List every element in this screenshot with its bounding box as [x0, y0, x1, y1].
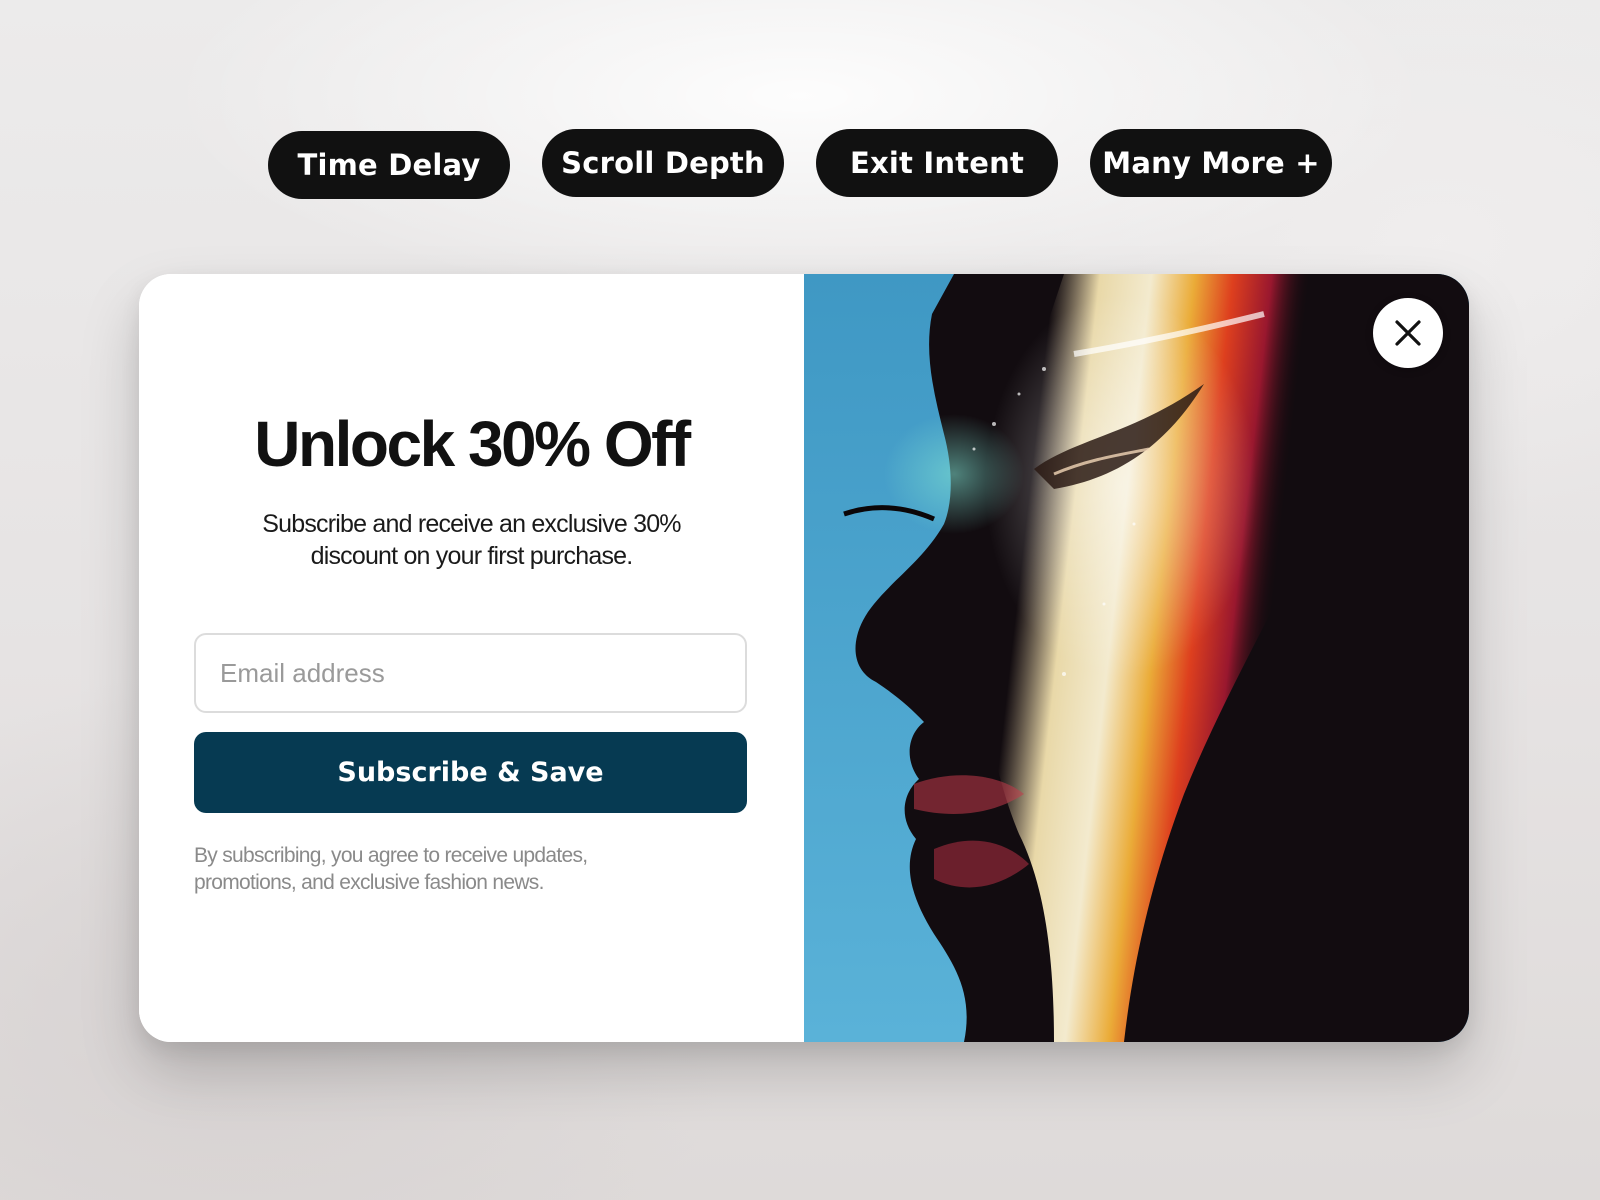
portrait-image	[804, 274, 1469, 1042]
subscribe-button[interactable]: Subscribe & Save	[194, 732, 747, 813]
trigger-exit-intent-button[interactable]: Exit Intent	[816, 129, 1058, 197]
disclaimer-text: By subscribing, you agree to receive upd…	[194, 844, 588, 894]
portrait-illustration	[804, 274, 1469, 1042]
close-button[interactable]	[1373, 298, 1443, 368]
trigger-options: Time Delay Scroll Depth Exit Intent Many…	[0, 128, 1600, 200]
email-field[interactable]	[194, 633, 747, 713]
popup-headline: Unlock 30% Off	[254, 408, 691, 480]
close-icon	[1395, 320, 1421, 346]
trigger-time-delay-button[interactable]: Time Delay	[268, 131, 510, 199]
trigger-many-more-button[interactable]: Many More +	[1090, 129, 1332, 197]
popup-form-panel: Unlock 30% Off Subscribe and receive an …	[139, 274, 804, 1042]
signup-popup: Unlock 30% Off Subscribe and receive an …	[139, 274, 1469, 1042]
trigger-scroll-depth-button[interactable]: Scroll Depth	[542, 129, 784, 197]
popup-subtext: Subscribe and receive an exclusive 30% d…	[262, 510, 681, 570]
